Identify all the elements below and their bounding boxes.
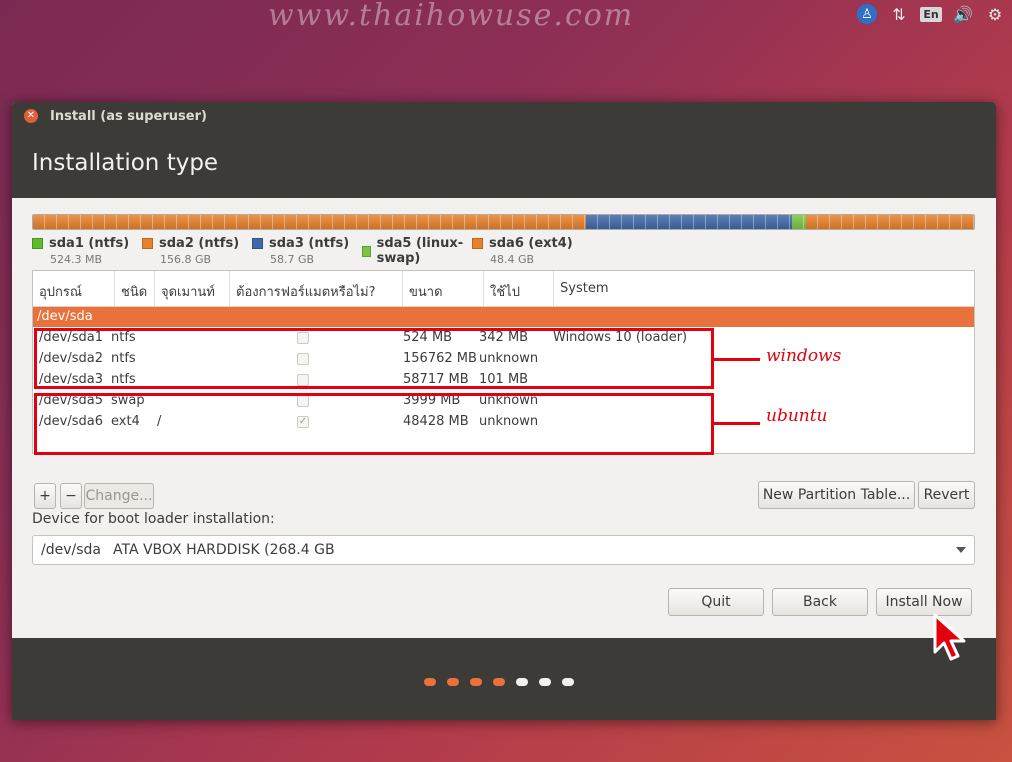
windows-annotation-box (34, 328, 714, 389)
column-header[interactable]: ใช้ไป (484, 271, 554, 306)
language-indicator[interactable]: En (920, 3, 942, 25)
titlebar: ✕ Install (as superuser) (12, 102, 996, 130)
window-title: Install (as superuser) (50, 108, 207, 124)
progress-dot (562, 678, 574, 686)
partition-bar-segment-ntfs (33, 215, 586, 229)
change-partition-button[interactable]: Change... (84, 483, 154, 509)
network-arrows-icon[interactable]: ⇅ (888, 3, 910, 25)
legend-size: 58.7 GB (270, 253, 315, 266)
top-panel: www.thaihowuse.com ♙ ⇅ En 🔊 ⚙ (0, 0, 1012, 33)
legend-size: 524.3 MB (50, 253, 103, 266)
boot-loader-label: Device for boot loader installation: (32, 511, 275, 527)
quit-button[interactable]: Quit (668, 588, 764, 616)
add-partition-button[interactable]: + (34, 483, 56, 509)
progress-dot (516, 678, 528, 686)
ubuntu-annotation-label: ubuntu (766, 406, 828, 426)
column-header[interactable]: ชนิด (115, 271, 155, 306)
gear-icon[interactable]: ⚙ (984, 3, 1006, 25)
column-header[interactable]: System (554, 271, 974, 306)
progress-dot (424, 678, 436, 686)
installer-footer (12, 638, 996, 720)
device-row[interactable]: /dev/sda (33, 307, 974, 327)
legend-size: 156.8 GB (160, 253, 212, 266)
table-header: อุปกรณ์ ชนิด จุดเมานท์ ต้องการฟอร์แมตหรื… (33, 271, 974, 307)
legend-swatch (142, 238, 153, 249)
page-title: Installation type (12, 130, 996, 198)
partition-bar-segment-ext4 (806, 215, 974, 229)
close-icon[interactable]: ✕ (24, 109, 38, 123)
column-header[interactable]: อุปกรณ์ (33, 271, 115, 306)
remove-partition-button[interactable]: − (60, 483, 82, 509)
windows-annotation-line (714, 358, 760, 361)
legend-name: sda3 (ntfs) (269, 236, 350, 251)
progress-dot (493, 678, 505, 686)
ubuntu-annotation-box (34, 393, 714, 455)
boot-loader-select[interactable]: /dev/sda ATA VBOX HARDDISK (268.4 GB (32, 535, 975, 565)
legend-swatch (362, 245, 371, 257)
legend-size: 48.4 GB (490, 253, 535, 266)
system-tray: ♙ ⇅ En 🔊 ⚙ (856, 3, 1006, 25)
legend-name: sda2 (ntfs) (159, 236, 240, 251)
volume-icon[interactable]: 🔊 (952, 3, 974, 25)
legend-swatch (472, 238, 483, 249)
watermark-text: www.thaihowuse.com (268, 0, 635, 33)
column-header[interactable]: จุดเมานท์ (155, 271, 230, 306)
chevron-down-icon (956, 547, 966, 553)
boot-device-description: ATA VBOX HARDDISK (268.4 GB (112, 542, 335, 558)
partition-bar (32, 214, 975, 230)
legend-swatch (252, 238, 263, 249)
progress-dots (424, 678, 574, 686)
progress-dot (470, 678, 482, 686)
column-header[interactable]: ขนาด (403, 271, 484, 306)
boot-device: /dev/sda (41, 542, 101, 558)
ubuntu-annotation-line (714, 422, 760, 425)
back-button[interactable]: Back (772, 588, 868, 616)
partition-bar-segment-swap (792, 215, 806, 229)
legend-swatch (32, 238, 43, 249)
revert-button[interactable]: Revert (918, 481, 975, 509)
accessibility-icon[interactable]: ♙ (856, 3, 878, 25)
content-area: sda1 (ntfs) 524.3 MB sda2 (ntfs) 156.8 GB sd… (12, 198, 996, 638)
mouse-cursor-icon (933, 613, 966, 661)
progress-dot (539, 678, 551, 686)
column-header[interactable]: ต้องการฟอร์แมตหรือไม่? (230, 271, 403, 306)
installer-window: ✕ Install (as superuser) Installation ty… (12, 102, 996, 720)
legend-name: sda5 (linux-swap) (376, 236, 464, 266)
progress-dot (447, 678, 459, 686)
partition-bar-segment-ntfs-blue (586, 215, 792, 229)
legend-name: sda1 (ntfs) (49, 236, 130, 251)
windows-annotation-label: windows (766, 346, 842, 366)
legend-name: sda6 (ext4) (489, 236, 573, 251)
new-partition-table-button[interactable]: New Partition Table... (758, 481, 915, 509)
